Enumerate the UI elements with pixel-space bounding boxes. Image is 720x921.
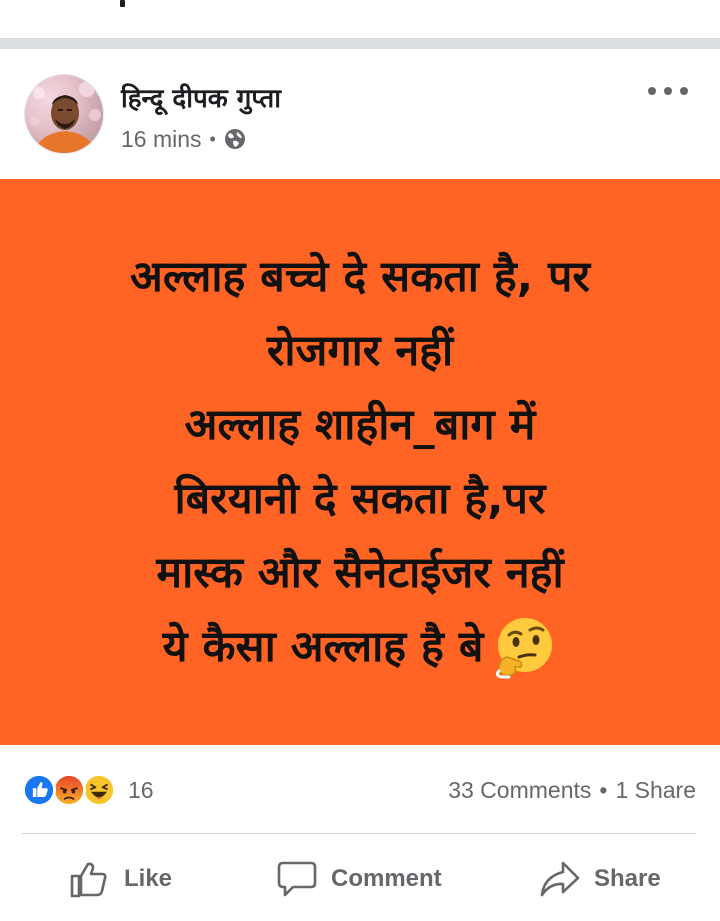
feed-separator: [0, 38, 720, 49]
post-author-name[interactable]: हिन्दू दीपक गुप्ता: [121, 79, 281, 115]
haha-reaction-icon: [82, 773, 116, 807]
reaction-icons: [22, 773, 122, 807]
more-dot: [664, 87, 672, 95]
post-timestamp[interactable]: 16 mins: [121, 126, 202, 153]
shares-count-link[interactable]: 1 Share: [615, 777, 696, 804]
share-label: Share: [594, 865, 661, 892]
more-options-icon[interactable]: [648, 83, 688, 99]
like-reaction-icon: [22, 773, 56, 807]
top-bar-fragment: [120, 0, 125, 7]
post-image[interactable]: अल्लाह बच्चे दे सकता है, पर रोजगार नहीं …: [0, 179, 720, 745]
avatar-photo: [30, 81, 101, 153]
thumbs-up-icon: [70, 862, 107, 898]
comment-button[interactable]: Comment: [275, 849, 442, 909]
action-divider: [22, 833, 696, 834]
image-text-last-line: ये कैसा अल्लाह है बे: [163, 610, 558, 684]
top-bar: [0, 0, 720, 38]
image-text-line: ये कैसा अल्लाह है बे: [162, 622, 484, 672]
meta-separator: •: [209, 128, 216, 149]
feed-post: हिन्दू दीपक गुप्ता 16 mins • अल्लाह बच्च…: [0, 49, 720, 921]
angry-reaction-icon: [52, 773, 86, 807]
reaction-count[interactable]: 16: [128, 777, 154, 804]
avatar[interactable]: [24, 74, 104, 154]
more-dot: [680, 87, 688, 95]
comment-label: Comment: [331, 865, 442, 892]
image-text-line: अल्लाह शाहीन_बाग में: [184, 400, 536, 450]
comment-icon: [277, 861, 317, 897]
comments-count-link[interactable]: 33 Comments: [448, 777, 591, 804]
globe-icon: [224, 129, 245, 149]
share-button[interactable]: Share: [538, 849, 661, 909]
image-text-line: अल्लाह बच्चे दे सकता है, पर: [129, 252, 591, 302]
image-text-line: बिरयानी दे सकता है,पर: [174, 474, 546, 524]
like-label: Like: [124, 865, 173, 892]
reactions-summary[interactable]: 16 33 Comments • 1 Share: [0, 769, 720, 809]
image-text-line: रोजगार नहीं: [266, 326, 454, 376]
stats-separator: •: [599, 777, 608, 803]
post-stats: 33 Comments • 1 Share: [448, 777, 696, 804]
image-text-line: मास्क और सैनेटाईजर नहीं: [156, 548, 564, 598]
post-meta: 16 mins •: [121, 126, 246, 152]
post-actions: Like Comment Share: [0, 849, 720, 909]
share-icon: [540, 861, 580, 897]
like-button[interactable]: Like: [68, 849, 172, 909]
more-dot: [648, 87, 656, 95]
thinking-face-icon: [496, 618, 553, 679]
